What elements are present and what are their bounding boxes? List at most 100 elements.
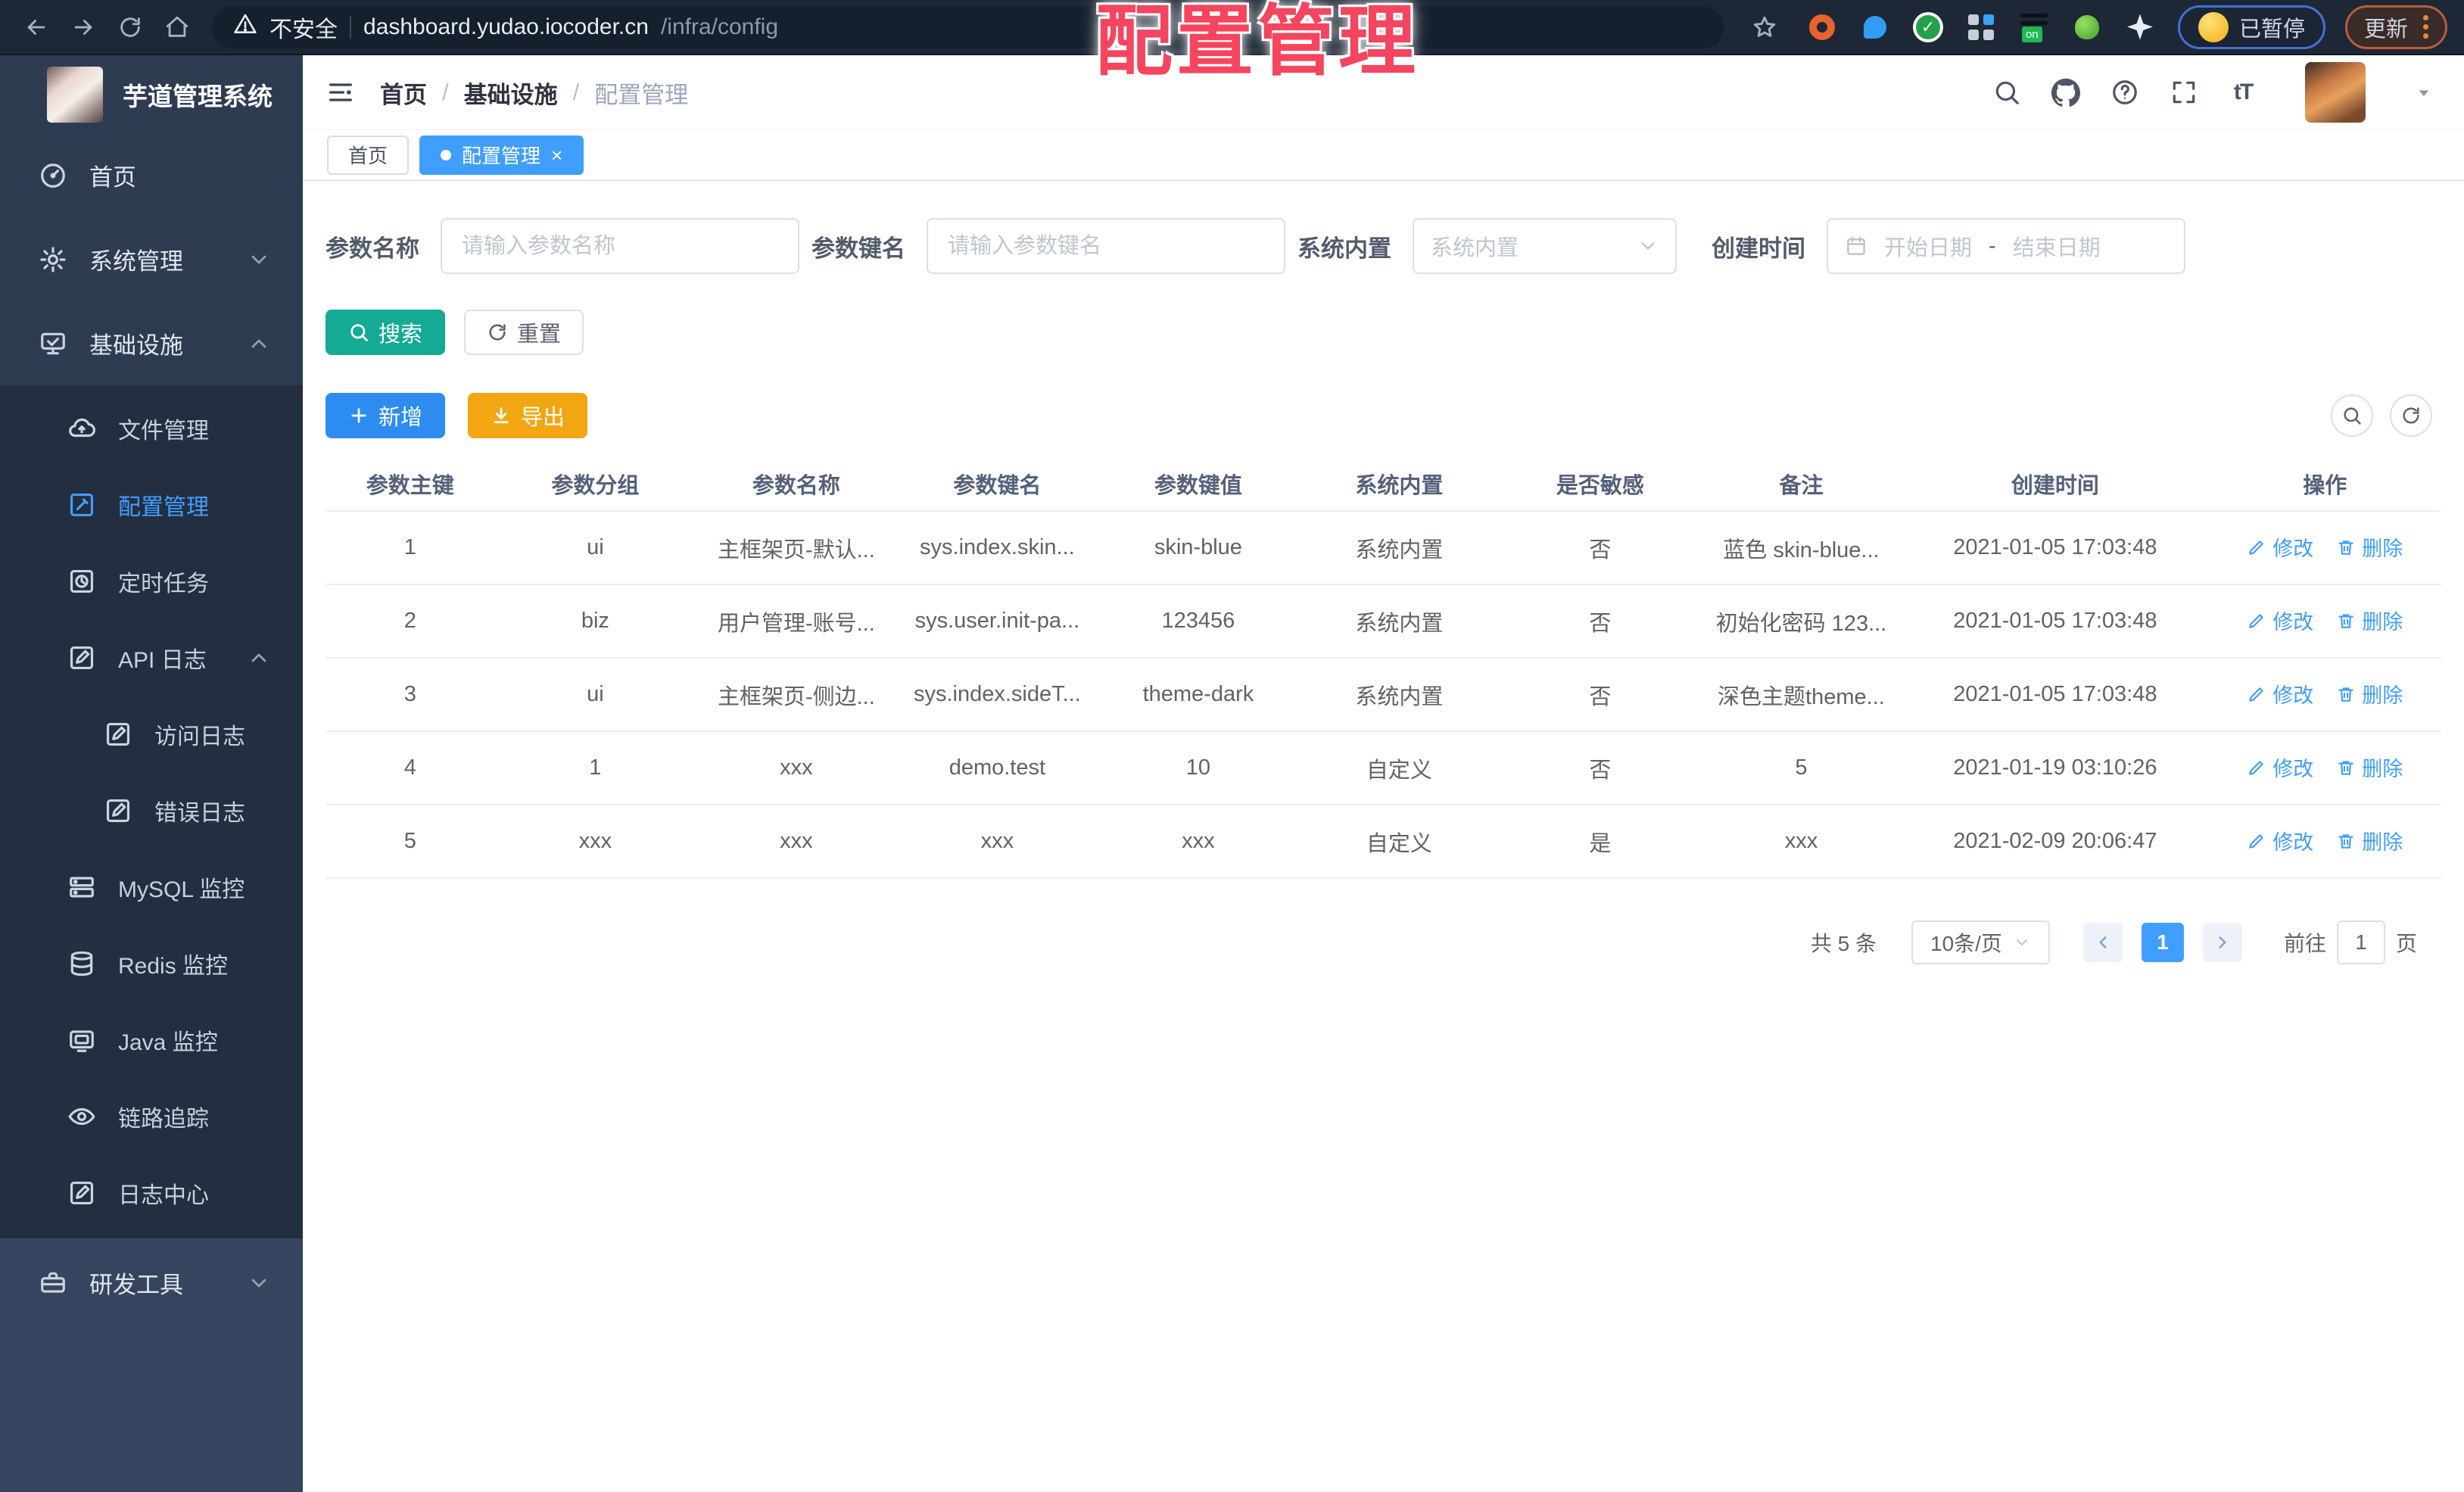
table-row: 4 1 xxx demo.test 10 自定义 否 5 2021-01-19 … [326, 731, 2441, 805]
sidebar-item-home[interactable]: 首页 [0, 133, 303, 217]
page-size-select[interactable]: 10条/页 [1911, 920, 2050, 964]
sidebar-logo[interactable]: 芋道管理系统 [0, 55, 303, 133]
caret-down-icon[interactable] [2413, 81, 2435, 104]
extension-check-icon[interactable]: ✓ [1912, 11, 1943, 42]
sidebar-item-error-log[interactable]: 错误日志 [0, 772, 303, 849]
edit-link[interactable]: 修改 [2247, 679, 2313, 709]
search-icon[interactable] [1990, 76, 2023, 109]
toggle-search-button[interactable] [2331, 394, 2373, 437]
cell-actions: 修改 删除 [2208, 805, 2441, 879]
cell: biz [494, 584, 696, 659]
edit-link[interactable]: 修改 [2247, 826, 2313, 855]
sidebar-item-jobs[interactable]: 定时任务 [0, 543, 303, 619]
filter-builtin-label: 系统内置 [1297, 235, 1391, 262]
tab-label: 首页 [348, 145, 388, 167]
column-header: 参数键名 [896, 456, 1098, 512]
goto-label: 前往 [2283, 932, 2326, 955]
param-name-input[interactable] [441, 218, 799, 274]
date-range-picker[interactable]: 开始日期 - 结束日期 [1827, 218, 2185, 274]
cell: 蓝色 skin-blue... [1700, 511, 1902, 585]
user-avatar[interactable] [2305, 62, 2366, 123]
sidebar-item-label: 访问日志 [154, 724, 245, 749]
forward-icon[interactable] [64, 8, 103, 47]
filter-actions: 搜索 重置 [326, 310, 2441, 355]
menu-dots-icon[interactable] [2423, 15, 2428, 39]
cell: 2021-01-19 03:10:26 [1902, 731, 2209, 805]
breadcrumb-item[interactable]: 基础设施 [464, 76, 558, 110]
refresh-button[interactable] [2390, 394, 2432, 437]
cell: 深色主题theme... [1700, 658, 1902, 732]
sidebar-item-label: 日志中心 [118, 1182, 209, 1208]
goto-page-input[interactable] [2336, 920, 2385, 964]
sidebar-item-mysql[interactable]: MySQL 监控 [0, 849, 303, 925]
log-icon [67, 643, 97, 673]
tab-home[interactable]: 首页 [327, 135, 410, 175]
cell: 123456 [1098, 584, 1299, 659]
delete-link[interactable]: 删除 [2336, 532, 2403, 562]
table-row: 2 biz 用户管理-账号... sys.user.init-pa... 123… [326, 584, 2441, 659]
sidebar-item-infra[interactable]: 基础设施 [0, 301, 303, 385]
help-icon[interactable] [2108, 76, 2142, 109]
chevron-up-icon [247, 332, 271, 356]
fullscreen-icon[interactable] [2167, 76, 2201, 109]
extension-orange-icon[interactable] [1807, 12, 1837, 42]
page-number-active[interactable]: 1 [2141, 923, 2184, 962]
edit-link[interactable]: 修改 [2247, 752, 2313, 782]
font-size-icon[interactable]: tT [2226, 76, 2260, 109]
bookmark-star-icon[interactable] [1745, 8, 1784, 47]
divider [350, 15, 351, 39]
sidebar-item-label: Java 监控 [118, 1029, 218, 1055]
sidebar-item-files[interactable]: 文件管理 [0, 390, 303, 466]
tab-config-active[interactable]: 配置管理 × [419, 135, 584, 175]
delete-link[interactable]: 删除 [2336, 826, 2403, 855]
extension-list-icon[interactable]: on [2019, 12, 2049, 42]
delete-link[interactable]: 删除 [2336, 606, 2403, 635]
breadcrumb-item[interactable]: 首页 [380, 76, 427, 110]
sidebar-item-label: Redis 监控 [118, 953, 229, 979]
export-button[interactable]: 导出 [468, 393, 588, 438]
update-button[interactable]: 更新 [2344, 5, 2447, 49]
extension-puzzle-icon[interactable] [2125, 12, 2155, 42]
column-header: 创建时间 [1902, 456, 2209, 512]
cell: sys.user.init-pa... [896, 584, 1098, 659]
sidebar-item-label: 基础设施 [89, 332, 183, 359]
collapse-sidebar-icon[interactable] [316, 68, 365, 117]
reset-button[interactable]: 重置 [464, 310, 584, 355]
sidebar-item-devtools[interactable]: 研发工具 [0, 1243, 303, 1322]
table-row: 3 ui 主框架页-侧边... sys.index.sideT... theme… [326, 658, 2441, 732]
sidebar-item-redis[interactable]: Redis 监控 [0, 925, 303, 1001]
search-button[interactable]: 搜索 [326, 310, 446, 355]
close-icon[interactable]: × [551, 145, 562, 165]
sidebar-item-api-log[interactable]: API 日志 [0, 619, 303, 696]
github-icon[interactable] [2049, 76, 2082, 109]
delete-link[interactable]: 删除 [2336, 752, 2403, 782]
sidebar-item-config[interactable]: 配置管理 [0, 466, 303, 543]
builtin-select[interactable]: 系统内置 [1413, 218, 1677, 274]
next-page-button[interactable] [2202, 923, 2242, 962]
log-icon [103, 719, 133, 749]
prev-page-button[interactable] [2082, 923, 2123, 962]
extension-sprout-icon[interactable] [2072, 12, 2102, 42]
sidebar-item-log-center[interactable]: 日志中心 [0, 1154, 303, 1231]
sidebar-item-system[interactable]: 系统管理 [0, 217, 303, 301]
extension-pin-icon[interactable] [1860, 12, 1890, 42]
tab-label: 配置管理 [462, 145, 541, 167]
breadcrumb-separator: / [572, 79, 580, 105]
address-bar[interactable]: 不安全 dashboard.yudao.iocoder.cn /infra/co… [212, 5, 1724, 48]
date-end-placeholder: 结束日期 [2012, 236, 2101, 260]
extension-grid-icon[interactable] [1966, 12, 1996, 42]
edit-link[interactable]: 修改 [2247, 532, 2313, 562]
sidebar-item-access-log[interactable]: 访问日志 [0, 696, 303, 772]
paused-badge[interactable]: 已暂停 [2177, 5, 2325, 49]
reload-icon[interactable] [111, 8, 150, 47]
back-icon[interactable] [17, 8, 56, 47]
add-button[interactable]: 新增 [326, 393, 446, 438]
delete-link[interactable]: 删除 [2336, 679, 2403, 709]
sidebar-item-java[interactable]: Java 监控 [0, 1001, 303, 1078]
tabs-bar: 首页 配置管理 × [303, 130, 2464, 181]
param-key-input[interactable] [927, 218, 1285, 274]
home-icon[interactable] [157, 8, 197, 47]
sidebar-item-trace[interactable]: 链路追踪 [0, 1078, 303, 1154]
table-tools [2331, 394, 2432, 437]
edit-link[interactable]: 修改 [2247, 606, 2313, 635]
